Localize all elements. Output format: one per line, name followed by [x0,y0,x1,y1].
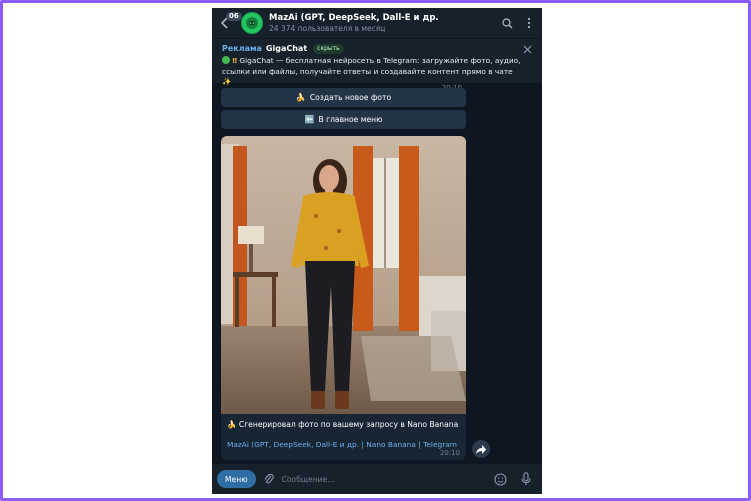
emoji-icon [493,472,507,486]
telegram-chat-window: 06 MazAi (GPT, DeepSeek, Dall-E и др. 24… [212,8,542,494]
photo-caption: 🍌 Сгенерировал фото по вашему запросу в … [227,419,462,430]
chat-subtitle: 24 374 пользователя в месяц [269,23,386,33]
attach-button[interactable] [264,473,274,486]
photo-message: 🍌 Сгенерировал фото по вашему запросу в … [221,136,466,460]
bot-menu-button[interactable]: Меню [217,470,256,488]
button-label: В главное меню [318,115,383,124]
left-arrow-icon: ⬅️ [304,115,315,124]
search-button[interactable] [498,14,516,32]
message-input[interactable] [281,474,490,484]
banana-icon: 🍌 [295,93,306,102]
generated-photo[interactable] [221,136,466,414]
chat-header: 06 MazAi (GPT, DeepSeek, Dall-E и др. 24… [212,8,542,38]
message-time: 20:10 [439,449,460,457]
back-button[interactable]: 06 [218,8,242,38]
caption-text: Сгенерировал фото по вашему запросу в Na… [238,420,459,429]
banana-icon: 🍌 [227,420,237,429]
ad-sponsor-name: GigaChat [265,44,308,53]
gigachat-logo-icon [222,56,230,64]
ad-hide-button[interactable]: скрыть [313,43,344,54]
exclamation-icon: ‼ [232,56,237,65]
emoji-button[interactable] [490,469,510,489]
sponsored-banner[interactable]: Реклама GigaChat скрыть ‼ GigaChat — бес… [212,39,542,86]
ad-text: ‼ GigaChat — бесплатная нейросеть в Tele… [222,56,522,88]
ad-text-body: GigaChat — бесплатная нейросеть в Telegr… [222,56,521,76]
close-icon[interactable] [523,45,532,54]
avatar[interactable] [241,12,263,34]
main-menu-button[interactable]: ⬅️ В главное меню [221,110,466,129]
button-label: Создать новое фото [309,93,392,102]
microphone-icon [521,472,531,486]
more-menu-button[interactable] [520,14,538,32]
paperclip-icon [264,473,274,484]
more-vertical-icon [527,17,531,29]
ad-label: Реклама [222,44,262,53]
voice-record-button[interactable] [516,469,536,489]
caption-link[interactable]: MazAi (GPT, DeepSeek, Dall-E и др. | Nan… [227,439,462,450]
forward-button[interactable] [472,440,490,458]
chat-title: MazAi (GPT, DeepSeek, Dall-E и др. [269,12,439,23]
message-composer: Меню [212,464,542,494]
unread-count-badge: 06 [226,12,242,21]
chat-title-block[interactable]: MazAi (GPT, DeepSeek, Dall-E и др. 24 37… [269,13,498,34]
sparkle-icon: ✨ [222,77,232,86]
forward-icon [476,444,486,454]
create-new-photo-button[interactable]: 🍌 Создать новое фото [221,88,466,107]
search-icon [501,17,512,28]
robot-logo-icon [246,17,258,29]
